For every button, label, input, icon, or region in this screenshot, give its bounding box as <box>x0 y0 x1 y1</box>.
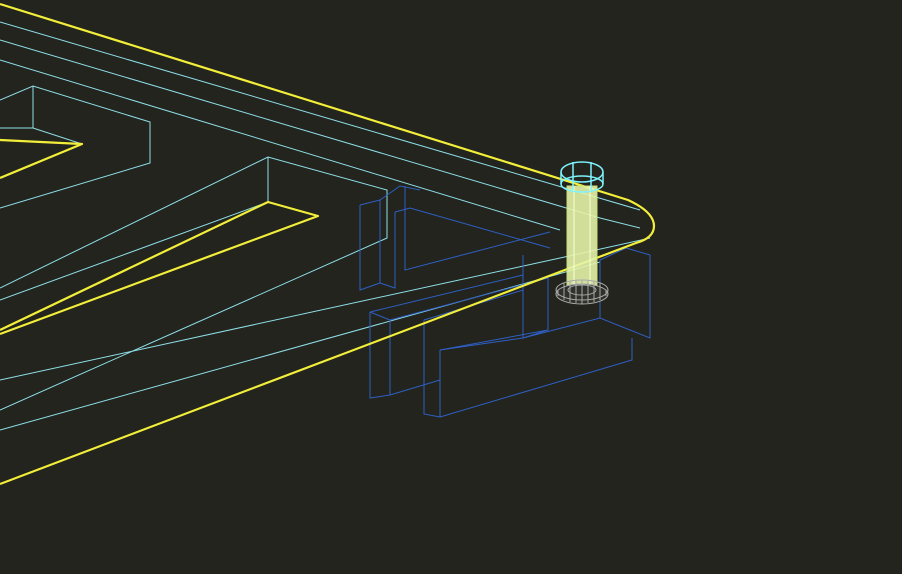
3d-viewport[interactable] <box>0 0 902 574</box>
washer[interactable] <box>555 279 609 305</box>
viewport-background <box>0 0 902 574</box>
bolt-shaft <box>566 185 598 287</box>
viewport-canvas[interactable] <box>0 0 902 574</box>
